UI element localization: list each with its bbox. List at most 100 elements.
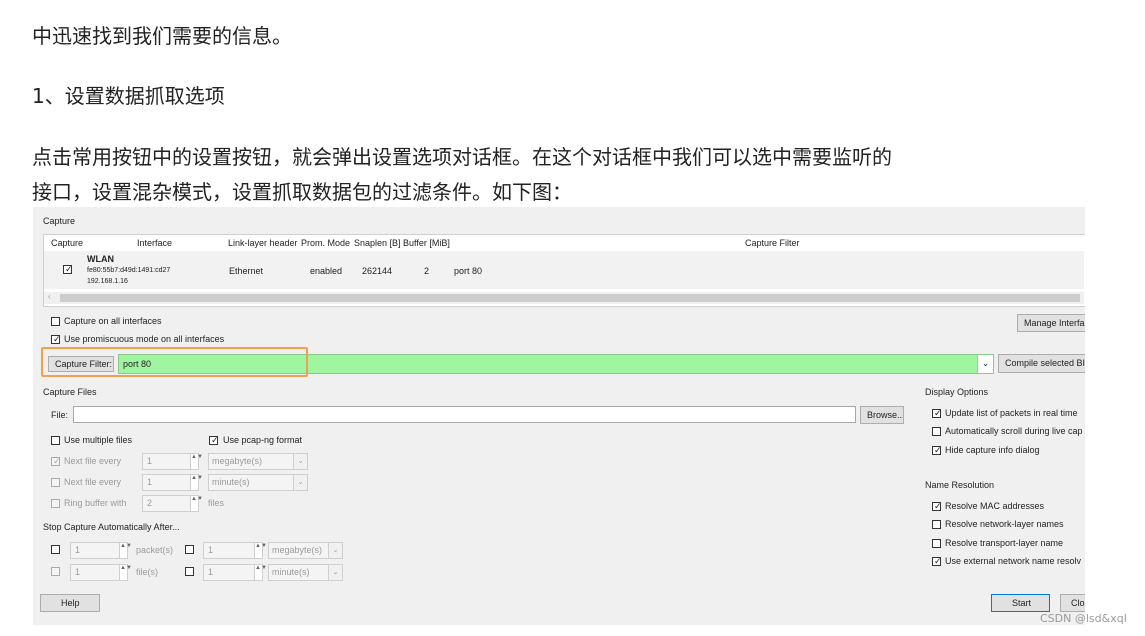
ring-buffer-label: Ring buffer with	[64, 498, 127, 508]
article-line-3: 点击常用按钮中的设置按钮，就会弹出设置选项对话框。在这个对话框中我们可以选中需要…	[32, 145, 892, 169]
article-line-4: 接口，设置混杂模式，设置抓取数据包的过滤条件。如下图：	[32, 180, 572, 204]
external-resolver-label: Use external network name resolv	[945, 556, 1082, 566]
check-icon: ✓	[934, 501, 942, 511]
manage-interfaces-button[interactable]: Manage Interfa	[1017, 314, 1085, 332]
col-capture-filter: Capture Filter	[745, 238, 800, 248]
close-button[interactable]: Clo	[1060, 594, 1085, 612]
stop-packets-unit: packet(s)	[136, 545, 174, 555]
browse-button[interactable]: Browse...	[860, 406, 904, 424]
start-button[interactable]: Start	[991, 594, 1050, 612]
spinner-icon[interactable]: ▲▼	[191, 495, 203, 512]
stop-size-unit-value: megabyte(s)	[272, 545, 323, 555]
next-file-size-checkbox[interactable]: ✓	[51, 456, 61, 466]
stop-capture-title: Stop Capture Automatically After...	[43, 522, 180, 532]
capture-files-title: Capture Files	[43, 387, 97, 397]
check-icon: ✓	[53, 456, 61, 466]
article-line-1: 中迅速找到我们需要的信息。	[32, 24, 292, 48]
hide-info-label: Hide capture info dialog	[945, 445, 1040, 455]
time-unit-value: minute(s)	[212, 477, 250, 487]
stop-files-unit: file(s)	[136, 567, 158, 577]
ring-buffer-checkbox[interactable]	[51, 499, 60, 508]
table-row[interactable]	[44, 251, 1084, 289]
stop-packets-input[interactable]: 1	[70, 542, 120, 559]
spinner-icon[interactable]: ▲▼	[191, 453, 203, 470]
multiple-files-checkbox[interactable]	[51, 436, 60, 445]
file-label: File:	[51, 410, 69, 420]
spinner-icon[interactable]: ▲▼	[191, 474, 203, 491]
stop-time-unit-select[interactable]: minute(s) ⌄	[268, 564, 343, 581]
next-file-time-label: Next file every	[64, 477, 122, 487]
resolve-mac-checkbox[interactable]: ✓	[932, 501, 942, 511]
watermark: CSDN @lsd&xql	[1040, 612, 1127, 625]
spinner-icon[interactable]: ▲▼	[120, 542, 132, 559]
check-icon: ✓	[53, 334, 61, 344]
stop-time-checkbox[interactable]	[185, 567, 194, 576]
next-file-size-input[interactable]: 1	[142, 453, 191, 470]
stop-time-input[interactable]: 1	[203, 564, 255, 581]
iface-buffer: 2	[424, 266, 430, 276]
col-buffer: Buffer [MiB]	[403, 238, 450, 248]
stop-files-input[interactable]: 1	[70, 564, 120, 581]
stop-size-input[interactable]: 1	[203, 542, 255, 559]
check-icon: ✓	[211, 435, 219, 445]
chevron-down-icon: ⌄	[293, 475, 307, 490]
next-file-time-checkbox[interactable]	[51, 478, 60, 487]
update-realtime-checkbox[interactable]: ✓	[932, 408, 942, 418]
spinner-icon[interactable]: ▲▼	[255, 542, 267, 559]
spinner-icon[interactable]: ▲▼	[120, 564, 132, 581]
file-input[interactable]	[73, 406, 856, 423]
time-unit-select[interactable]: minute(s) ⌄	[208, 474, 308, 491]
iface-filter: port 80	[454, 266, 483, 276]
col-prom-mode: Prom. Mode	[301, 238, 351, 248]
iface-prom: enabled	[310, 266, 343, 276]
stop-size-checkbox[interactable]	[185, 545, 194, 554]
resolve-transport-label: Resolve transport-layer name	[945, 538, 1064, 548]
iface-snaplen: 262144	[362, 266, 393, 276]
resolve-network-checkbox[interactable]	[932, 520, 941, 529]
stop-time-unit-value: minute(s)	[272, 567, 310, 577]
next-file-size-label: Next file every	[64, 456, 122, 466]
size-unit-value: megabyte(s)	[212, 456, 263, 466]
next-file-time-input[interactable]: 1	[142, 474, 191, 491]
stop-files-checkbox[interactable]	[51, 567, 60, 576]
scroll-left-icon[interactable]: ‹	[48, 292, 51, 301]
scrollbar-thumb[interactable]	[60, 294, 1080, 302]
display-options-title: Display Options	[925, 387, 989, 397]
filter-dropdown-icon[interactable]: ⌄	[977, 355, 993, 373]
capture-all-label: Capture on all interfaces	[64, 316, 162, 326]
stop-packets-checkbox[interactable]	[51, 545, 60, 554]
iface-ipv4: 192.168.1.16	[87, 278, 128, 285]
check-icon: ✓	[65, 264, 73, 274]
pcapng-checkbox[interactable]: ✓	[209, 435, 219, 445]
resolve-network-label: Resolve network-layer names	[945, 519, 1064, 529]
size-unit-select[interactable]: megabyte(s) ⌄	[208, 453, 308, 470]
capture-all-checkbox[interactable]	[51, 317, 60, 326]
chevron-down-icon: ⌄	[293, 454, 307, 469]
iface-checkbox[interactable]: ✓	[63, 264, 73, 274]
promisc-checkbox[interactable]: ✓	[51, 334, 61, 344]
hide-info-checkbox[interactable]: ✓	[932, 445, 942, 455]
auto-scroll-checkbox[interactable]	[932, 427, 941, 436]
name-resolution-title: Name Resolution	[925, 480, 995, 490]
update-realtime-label: Update list of packets in real time	[945, 408, 1078, 418]
external-resolver-checkbox[interactable]: ✓	[932, 556, 942, 566]
section-heading: 1、设置数据抓取选项	[32, 84, 225, 108]
chevron-down-icon: ⌄	[328, 543, 342, 558]
capture-options-dialog: Capture Capture Interface Link-layer hea…	[33, 207, 1085, 625]
col-snaplen: Snaplen [B]	[354, 238, 401, 248]
ring-buffer-input[interactable]: 2	[142, 495, 191, 512]
check-icon: ✓	[934, 556, 942, 566]
iface-name: WLAN	[87, 254, 114, 264]
check-icon: ✓	[934, 445, 942, 455]
help-button[interactable]: Help	[40, 594, 100, 612]
spinner-icon[interactable]: ▲▼	[255, 564, 267, 581]
resolve-transport-checkbox[interactable]	[932, 539, 941, 548]
check-icon: ✓	[934, 408, 942, 418]
stop-size-unit-select[interactable]: megabyte(s) ⌄	[268, 542, 343, 559]
iface-ipv6: fe80:55b7:d49d:1491:cd27	[87, 267, 171, 274]
promisc-label: Use promiscuous mode on all interfaces	[64, 334, 225, 344]
capture-group-title: Capture	[43, 216, 76, 226]
col-link-layer: Link-layer header	[228, 238, 298, 248]
resolve-mac-label: Resolve MAC addresses	[945, 501, 1045, 511]
compile-bpf-button[interactable]: Compile selected BI	[998, 354, 1085, 373]
